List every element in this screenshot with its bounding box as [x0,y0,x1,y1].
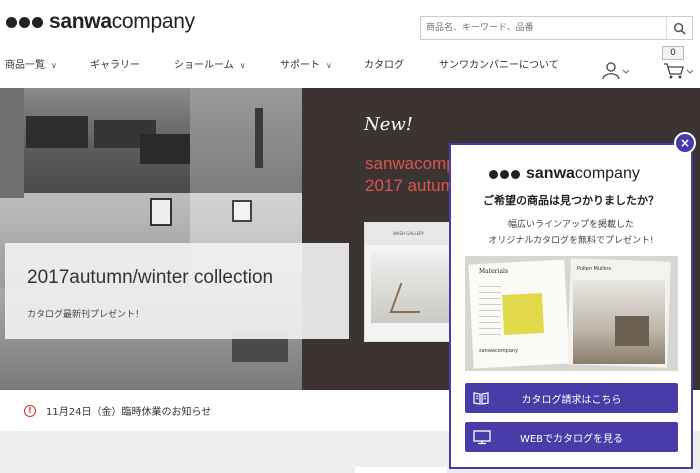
catalog-mock-title: WASH GALLERY [393,231,425,236]
chevron-down-icon: ∨ [51,61,57,70]
collection-subtitle: カタログ最新刊プレゼント！ [27,310,145,320]
close-icon: × [679,136,691,150]
monitor-icon [473,430,491,445]
logo-rest: company [111,10,195,33]
popup-title: ご希望の商品は見つかりましたか？ [483,194,659,207]
logo-bold: sanwa [49,10,112,33]
logo-dots-icon [489,164,522,183]
popup-description-line2: オリジナルカタログを無料でプレゼント! [488,236,654,246]
notice-text: 11月24日（金）臨時休業のお知らせ [46,407,212,418]
alert-icon: ! [24,404,36,417]
book-icon [473,392,489,405]
web-catalog-label: WEBでカタログを見る [519,433,624,445]
notice-link[interactable]: ! 11月24日（金）臨時休業のお知らせ [24,403,211,418]
account-button[interactable] [602,62,630,84]
nav-item-about[interactable]: サンワカンパニーについて [439,56,559,71]
logo-dots-icon [6,13,45,32]
catalog-preview-image: Materials sanwacompany Pollen Mullins [465,256,678,371]
nav-item-support[interactable]: サポート ∨ [280,56,332,71]
catalog-popup: sanwacompany ご希望の商品は見つかりましたか？ 幅広いラインアップを… [449,143,693,469]
cart-icon [664,63,694,79]
hero-brand-text: sanwacomp [365,154,456,173]
search-box [420,16,693,40]
hero-photo-collage [0,88,302,390]
user-icon [602,62,630,80]
nav-item-gallery[interactable]: ギャラリー [90,56,140,71]
search-button[interactable] [666,17,692,39]
search-icon [673,22,686,35]
collection-title: 2017autumn/winter collection [27,267,274,288]
search-input[interactable] [421,17,666,39]
nav-item-products[interactable]: 商品一覧 ∨ [5,56,57,71]
popup-logo: sanwacompany [489,164,640,183]
site-logo[interactable]: sanwacompany [6,10,195,34]
catalog-request-label: カタログ請求はこちら [521,394,622,406]
nav-item-showroom[interactable]: ショールーム ∨ [174,56,246,71]
popup-close-button[interactable]: × [674,132,696,154]
hero-year-text: 2017 autum [365,176,455,195]
chevron-down-icon: ∨ [239,61,246,70]
web-catalog-button[interactable]: WEBでカタログを見る [465,422,678,452]
popup-description-line1: 幅広いラインアップを掲載した [507,220,634,230]
catalog-request-button[interactable]: カタログ請求はこちら [465,383,678,413]
cart-count-badge: 0 [662,46,684,60]
new-tag: New! [359,114,416,138]
chevron-down-icon: ∨ [326,61,332,70]
collection-banner[interactable]: 2017autumn/winter collection カタログ最新刊プレゼン… [5,243,349,339]
nav-item-catalog[interactable]: カタログ [364,56,404,71]
